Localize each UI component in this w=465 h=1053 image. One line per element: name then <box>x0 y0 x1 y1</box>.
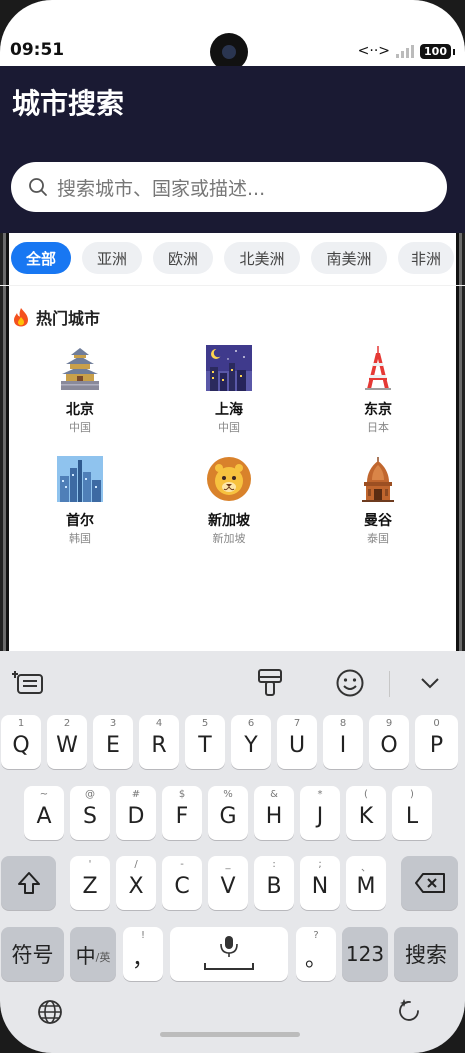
key-t[interactable]: 5T <box>185 715 225 769</box>
city-name: 东京 <box>364 402 392 418</box>
filter-chip-africa[interactable]: 非洲 <box>398 242 454 274</box>
key-s[interactable]: @ S <box>70 786 110 840</box>
status-time: 09:51 <box>10 40 65 60</box>
city-name: 曼谷 <box>364 513 392 529</box>
toolbar-divider <box>389 671 390 697</box>
temple-icon <box>362 457 394 502</box>
status-icons: <··> 100 <box>357 42 455 60</box>
city-card-bangkok[interactable]: 曼谷 泰国 <box>308 456 448 546</box>
filter-chip-north-america[interactable]: 北美洲 <box>224 242 300 274</box>
city-country: 中国 <box>218 421 240 434</box>
key-l[interactable]: ) L <box>392 786 432 840</box>
city-name: 首尔 <box>66 513 94 529</box>
key-h[interactable]: & H <box>254 786 294 840</box>
key-y[interactable]: 6Y <box>231 715 271 769</box>
search-placeholder: 搜索城市、国家或描述... <box>57 177 266 200</box>
symbols-key[interactable]: 符号 <box>1 927 64 981</box>
city-card-shanghai[interactable]: 上海 中国 <box>159 345 299 435</box>
section-header: 热门城市 <box>12 305 100 329</box>
filter-chip-all[interactable]: 全部 <box>11 242 71 274</box>
city-card-tokyo[interactable]: 东京 日本 <box>308 345 448 435</box>
section-title: 热门城市 <box>36 309 101 328</box>
search-icon <box>29 178 47 196</box>
backspace-key[interactable] <box>401 856 458 910</box>
page-title: 城市搜索 <box>12 87 125 120</box>
key-w[interactable]: 2W <box>47 715 87 769</box>
microphone-icon <box>204 936 254 970</box>
city-country: 新加坡 <box>212 532 246 545</box>
numbers-key[interactable]: 123 <box>342 927 388 981</box>
key-z[interactable]: ' Z <box>70 856 110 910</box>
battery-icon: 100 <box>420 43 455 59</box>
city-card-beijing[interactable]: 北京 中国 <box>10 345 150 435</box>
city-card-seoul[interactable]: 首尔 韩国 <box>10 456 150 546</box>
space-key[interactable] <box>170 927 288 981</box>
key-a[interactable]: ~ A <box>24 786 64 840</box>
language-toggle-key[interactable]: 中/英 <box>70 927 116 981</box>
tokyo-tower-icon <box>365 346 391 390</box>
data-transfer-icon: <··> <box>357 43 391 59</box>
city-name: 新加坡 <box>208 513 250 529</box>
comma-key[interactable]: !， <box>123 927 163 981</box>
key-d[interactable]: # D <box>116 786 156 840</box>
fire-icon <box>14 308 28 327</box>
key-b[interactable]: :B <box>254 856 294 910</box>
filter-chip-asia[interactable]: 亚洲 <box>82 242 142 274</box>
city-country: 泰国 <box>367 532 389 545</box>
key-f[interactable]: $ F <box>162 786 202 840</box>
city-country: 中国 <box>69 421 91 434</box>
clipboard-brush-icon[interactable] <box>257 668 283 698</box>
period-key[interactable]: ?。 <box>296 927 336 981</box>
keyboard-toolbar <box>0 651 465 715</box>
divider <box>0 285 465 286</box>
key-n[interactable]: ; N <box>300 856 340 910</box>
globe-icon[interactable] <box>37 999 63 1025</box>
emoji-icon[interactable] <box>335 668 365 698</box>
key-v[interactable]: _ V <box>208 856 248 910</box>
home-indicator[interactable] <box>160 1032 300 1037</box>
key-m[interactable]: 、 M <box>346 856 386 910</box>
key-i[interactable]: 8I <box>323 715 363 769</box>
search-input[interactable]: 搜索城市、国家或描述... <box>11 162 447 212</box>
key-p[interactable]: 0P <box>415 715 458 769</box>
key-e[interactable]: 3E <box>93 715 133 769</box>
key-g[interactable]: % G <box>208 786 248 840</box>
key-u[interactable]: 7U <box>277 715 317 769</box>
signal-icon <box>396 44 415 58</box>
status-bar: 09:51 <··> 100 <box>0 0 465 71</box>
city-name: 北京 <box>66 402 94 418</box>
palace-icon <box>61 348 99 390</box>
soft-keyboard: 1Q 2W 3E 4R 5T 6Y 7U 8I 9O 0P ~ A @ S # D $… <box>0 651 465 1053</box>
key-q[interactable]: 1Q <box>1 715 41 769</box>
shift-key[interactable] <box>1 856 56 910</box>
filter-chip-south-america[interactable]: 南美洲 <box>311 242 387 274</box>
lion-icon <box>207 457 251 501</box>
filter-chip-europe[interactable]: 欧洲 <box>153 242 213 274</box>
key-o[interactable]: 9O <box>369 715 409 769</box>
phone-screen: 09:51 <··> 100 城市搜索 搜索城市、国家或描述... 全部 亚洲 … <box>0 0 465 1053</box>
key-r[interactable]: 4R <box>139 715 179 769</box>
city-country: 日本 <box>367 421 389 434</box>
city-country: 韩国 <box>69 532 91 545</box>
key-x[interactable]: / X <box>116 856 156 910</box>
skyline-icon <box>57 456 103 502</box>
city-card-singapore[interactable]: 新加坡 新加坡 <box>159 456 299 546</box>
shift-icon <box>17 872 40 894</box>
region-filter-bar: 全部 亚洲 欧洲 北美洲 南美洲 非洲 <box>11 242 454 274</box>
keyboard-edit-icon[interactable] <box>12 670 44 696</box>
night-city-icon <box>206 345 252 391</box>
search-key[interactable]: 搜索 <box>394 927 458 981</box>
chevron-down-icon[interactable] <box>420 677 440 689</box>
city-name: 上海 <box>215 402 243 418</box>
key-k[interactable]: (K <box>346 786 386 840</box>
backspace-icon <box>414 873 445 893</box>
ai-assistant-icon[interactable] <box>396 997 424 1025</box>
key-j[interactable]: * J <box>300 786 340 840</box>
key-c[interactable]: -C <box>162 856 202 910</box>
